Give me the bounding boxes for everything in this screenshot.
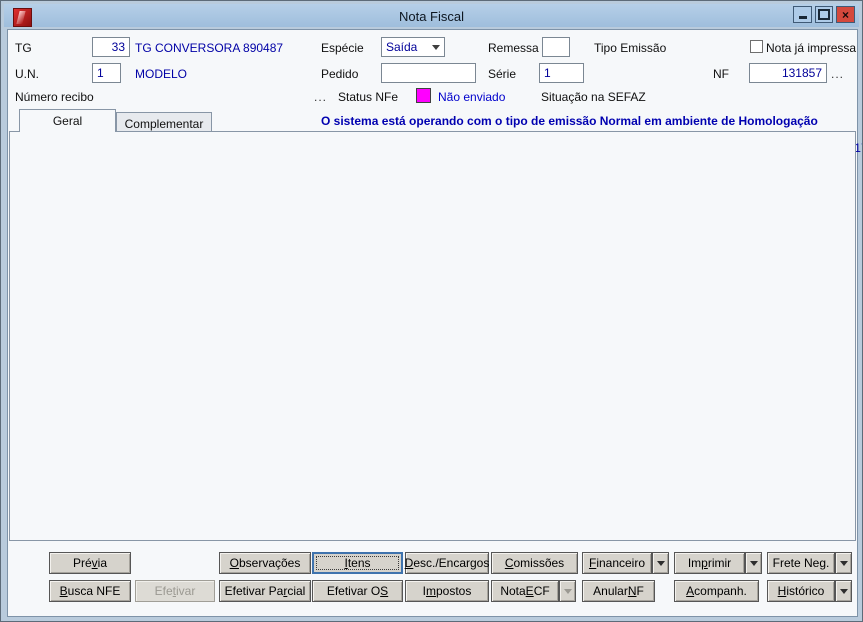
maximize-button[interactable] [815, 6, 833, 23]
historico-dropdown-button[interactable] [835, 580, 852, 602]
remessa-input[interactable] [542, 37, 570, 57]
imprimir-button[interactable]: Im p rimir [674, 552, 745, 574]
chevron-down-icon [563, 588, 572, 598]
maximize-icon [818, 9, 830, 20]
observacoes-button[interactable]: Observações [219, 552, 311, 574]
chevron-down-icon [839, 588, 848, 598]
imprimir-dropdown-button[interactable] [745, 552, 762, 574]
financeiro-button[interactable]: Financeiro [582, 552, 652, 574]
efetivar-parcial-button[interactable]: Efetivar Pa r cial [219, 580, 311, 602]
situacao-sefaz-label: Situação na SEFAZ [541, 90, 646, 104]
nf-input[interactable]: 131857 [749, 63, 827, 83]
remessa-label: Remessa [488, 41, 539, 55]
anular-nf-button[interactable]: Anular NF [582, 580, 655, 602]
nfe-status-swatch [416, 88, 431, 103]
serie-input[interactable]: 1 [539, 63, 584, 83]
itens-button[interactable]: Itens [312, 552, 403, 574]
close-icon: × [841, 7, 849, 22]
acompanh-button[interactable]: Acompanh. [674, 580, 759, 602]
desc-encargos-button[interactable]: Desc./Encargos [405, 552, 489, 574]
tab-page-geral [9, 131, 856, 541]
environment-banner: O sistema está operando com o tipo de em… [321, 114, 818, 128]
chevron-down-icon [839, 560, 848, 570]
chevron-down-icon [749, 560, 758, 570]
especie-select[interactable]: Saída [381, 37, 445, 57]
tipo-emissao-label: Tipo Emissão [594, 41, 667, 55]
tg-input[interactable]: 33 [92, 37, 130, 57]
nota-ecf-dropdown-button[interactable] [559, 580, 576, 602]
nf-more-button[interactable]: ... [831, 67, 844, 81]
tab-geral[interactable]: Geral [19, 109, 116, 132]
un-label: U.N. [15, 67, 39, 81]
pedido-input[interactable] [381, 63, 476, 83]
nota-ja-impressa-label: Nota já impressa [766, 41, 857, 55]
efetivar-os-button[interactable]: Efetivar OS [312, 580, 403, 602]
busca-nfe-button[interactable]: Busca NFE [49, 580, 131, 602]
frete-neg-dropdown-button[interactable] [835, 552, 852, 574]
nfe-status-text: Não enviado [438, 90, 506, 104]
previa-button[interactable]: Pré v ia [49, 552, 131, 574]
serie-label: Série [488, 67, 517, 81]
tg-label: TG [15, 41, 32, 55]
historico-button[interactable]: Histórico [767, 580, 835, 602]
close-button[interactable]: × [836, 6, 855, 23]
nf-label: NF [713, 67, 729, 81]
impostos-button[interactable]: Im postos [405, 580, 489, 602]
un-desc: MODELO [135, 67, 188, 81]
minimize-icon [798, 16, 807, 19]
un-input[interactable]: 1 [92, 63, 121, 83]
tg-desc: TG CONVERSORA 890487 [135, 41, 284, 55]
efetivar-button[interactable]: Efe t ivar [135, 580, 215, 602]
title-bar: Nota Fiscal [4, 4, 859, 27]
window-title: Nota Fiscal [398, 9, 465, 24]
tab-complementar[interactable]: Complementar [116, 112, 212, 132]
financeiro-dropdown-button[interactable] [652, 552, 669, 574]
chevron-down-icon [656, 560, 665, 570]
comissoes-button[interactable]: Comissões [491, 552, 578, 574]
frete-neg-button[interactable]: Frete Neg. [767, 552, 835, 574]
status-nfe-label: Status NFe [338, 90, 399, 104]
nota-fiscal-window: Nota Fiscal × TG 33 TG CONVERSORA 890487… [0, 0, 863, 622]
numero-recibo-more-button[interactable]: ... [314, 90, 327, 104]
especie-label: Espécie [321, 41, 364, 55]
minimize-button[interactable] [793, 6, 812, 23]
chevron-down-icon [432, 45, 440, 54]
nota-ja-impressa-checkbox[interactable] [750, 40, 763, 53]
nota-ecf-button[interactable]: Nota E CF [491, 580, 559, 602]
pedido-label: Pedido [321, 67, 359, 81]
numero-recibo-label: Número recibo [15, 90, 94, 104]
